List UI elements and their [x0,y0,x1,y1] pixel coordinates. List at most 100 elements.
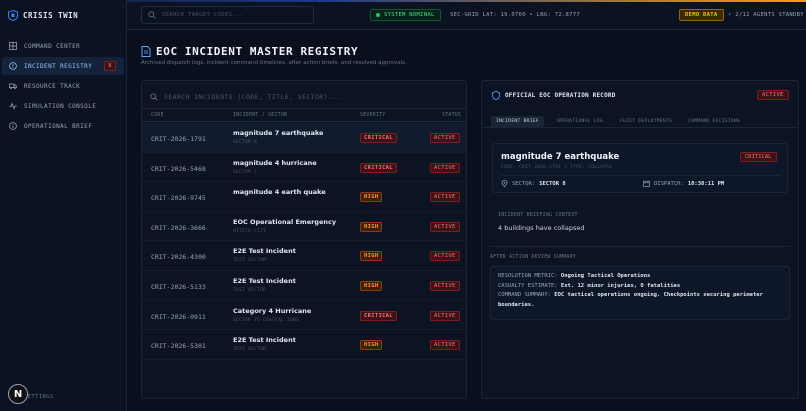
table-row[interactable]: CRIT-2026-5301 E2E Test Incident TEST SECT… [142,330,466,360]
table-row[interactable]: CRIT-2026-4300 E2E Test Incident TEST SECT… [142,241,466,271]
command-line: COMMAND SUMMARY: EOC tactical operations… [498,291,782,310]
status-badge: ACTIVE [430,192,460,203]
tab-fleet-deployments[interactable]: FLEET DEPLOYMENTS [615,116,677,127]
table-row[interactable]: CRIT-2026-3666 EOC Operational Emergency H… [142,212,466,242]
status-badge: ACTIVE [430,340,460,351]
dispatch-value: 10:38:11 PM [687,180,725,187]
incident-sector: SECTOR 7G COASTAL ZONE [233,317,300,323]
shield-logo-icon [8,10,18,21]
severity-badge: CRITICAL [360,162,397,173]
section-divider [490,246,790,247]
page-title: EOC INCIDENT MASTER REGISTRY [141,45,358,58]
severity-badge: HIGH [360,251,383,262]
record-dispatch: DISPATCH: 10:38:11 PM [643,180,724,187]
sidebar-item-resource-track[interactable]: RESOURCE TRACK [2,77,124,95]
severity-badge: HIGH [360,221,383,232]
system-status-text: SYSTEM NOMINAL [384,12,435,18]
incident-code: CRIT-2026-0911 [151,312,206,321]
record-title: magnitude 7 earthquake [501,152,620,162]
status-badge: ACTIVE [430,133,460,143]
operation-record-panel: OFFICIAL EOC OPERATION RECORD ACTIVE INC… [481,80,799,399]
search-icon [150,93,158,101]
page-subtitle: Archived dispatch logs, incident command… [141,60,407,66]
sidebar-item-label: COMMAND CENTER [24,42,81,50]
incident-title: magnitude 4 earth quake [233,188,326,197]
map-pin-icon [501,180,508,187]
casualty-label: CASUALTY ESTIMATE: [498,282,558,289]
search-placeholder: SEARCH TARGET CODES... [162,12,244,18]
col-incident: INCIDENT / SECTOR [233,113,288,118]
incident-search-input[interactable]: SEARCH INCIDENTS (CODE, TITLE, SECTOR)..… [150,90,460,104]
incident-title: E2E Test Incident [233,247,296,256]
alert-circle-icon [9,62,17,70]
table-row[interactable]: CRIT-2026-9745 magnitude 4 earth quake HIG… [142,182,466,212]
bolt-icon: ⚡ [728,12,732,18]
incident-code: CRIT-2026-4300 [151,253,206,262]
table-row[interactable]: CRIT-2026-1791 magnitude 7 earthquake SECT… [142,123,466,153]
demo-data-toggle[interactable]: DEMO DATA [679,9,724,21]
tab-command-decisions[interactable]: COMMAND DECISIONS [683,116,745,127]
incident-title: magnitude 7 earthquake [233,129,324,137]
sidebar-item-label: OPERATIONAL BRIEF [24,122,93,130]
col-code: CODE [151,113,164,118]
truck-icon [9,83,17,90]
incident-sector: SECTOR 8 [233,140,258,145]
severity-badge: CRITICAL [360,133,397,143]
incident-sector: SECTOR 7 [233,169,258,175]
status-badge: ACTIVE [430,281,460,291]
grid-icon [9,42,17,50]
casualty-line: CASUALTY ESTIMATE: Est. 12 minor injurie… [498,282,782,292]
sidebar-item-label: INCIDENT REGISTRY [24,62,93,70]
col-severity: SEVERITY [360,113,386,118]
sidebar-item-operational-brief[interactable]: OPERATIONAL BRIEF [2,117,124,135]
incident-title: magnitude 4 hurricane [233,158,317,167]
sidebar-item-simulation-console[interactable]: SIMULATION CONSOLE [2,97,124,115]
sidebar-item-command-center[interactable]: COMMAND CENTER [2,37,124,55]
status-dot-icon [376,13,380,17]
grid-coordinates: SEC-GRID LAT: 19.0760 • LNG: 72.8777 [450,12,581,18]
resolution-value: Ongoing Tactical Operations [560,273,651,279]
brand[interactable]: CRISIS TWIN [8,10,78,21]
agents-status: ⚡ 2/12 AGENTS STANDBY [728,12,804,18]
incident-code: CRIT-2026-3666 [151,223,206,232]
avatar[interactable]: N [8,384,28,404]
incident-title: EOC Operational Emergency [233,217,337,226]
table-row[interactable]: CRIT-2026-0911 Category 4 Hurricane SECTOR… [142,301,466,331]
incident-code: CRIT-2026-9745 [151,194,206,203]
record-sector: SECTOR: SECTOR 8 [501,180,566,187]
sidebar-nav: COMMAND CENTER INCIDENT REGISTRY 8 RESOU… [2,37,124,137]
page-title-text: EOC INCIDENT MASTER REGISTRY [156,45,359,58]
sector-label: SECTOR: [512,180,536,187]
system-status-badge: SYSTEM NOMINAL [370,9,441,21]
status-badge: ACTIVE [430,251,460,262]
sector-value: SECTOR 8 [539,180,566,187]
tab-operational-log[interactable]: OPERATIONAL LOG [552,116,608,127]
card-divider [501,175,781,176]
col-status: STATUS [442,113,462,118]
incident-sector: TEST SECTOR [233,258,267,264]
document-icon [141,46,151,57]
incident-code: CRIT-2026-5133 [151,283,206,291]
status-badge: ACTIVE [430,162,460,173]
target-search-input[interactable]: SEARCH TARGET CODES... [141,6,314,24]
context-label: INCIDENT BRIEFING CONTEXT [498,213,578,218]
record-tabs: INCIDENT BRIEF OPERATIONAL LOG FLEET DEP… [482,114,798,128]
incident-search-placeholder: SEARCH INCIDENTS (CODE, TITLE, SECTOR)..… [164,93,341,101]
status-badge: ACTIVE [430,221,460,232]
incident-code: CRIT-2026-1791 [151,135,206,143]
tab-incident-brief[interactable]: INCIDENT BRIEF [491,116,544,127]
resolution-label: RESOLUTION METRIC: [498,273,558,279]
incident-sector: HITECH CITY [233,228,267,234]
record-code-line: CODE: CRIT-2026-1791 • TYPE: COLLAPSE [501,165,613,170]
shield-icon [492,91,500,100]
sidebar-item-incident-registry[interactable]: INCIDENT REGISTRY 8 [2,57,124,75]
table-row[interactable]: CRIT-2026-5133 E2E Test Incident TEST SECT… [142,271,466,301]
incident-code: CRIT-2026-5468 [151,164,206,173]
severity-badge: HIGH [360,192,383,203]
incident-code: CRIT-2026-5301 [151,342,206,351]
agents-status-text: 2/12 AGENTS STANDBY [735,12,804,18]
settings-link[interactable]: SETTINGS [24,394,54,400]
table-row[interactable]: CRIT-2026-5468 magnitude 4 hurricane SECTO… [142,153,466,183]
sidebar-item-label: SIMULATION CONSOLE [24,102,97,110]
aar-summary-box: RESOLUTION METRIC: Ongoing Tactical Oper… [490,266,790,320]
